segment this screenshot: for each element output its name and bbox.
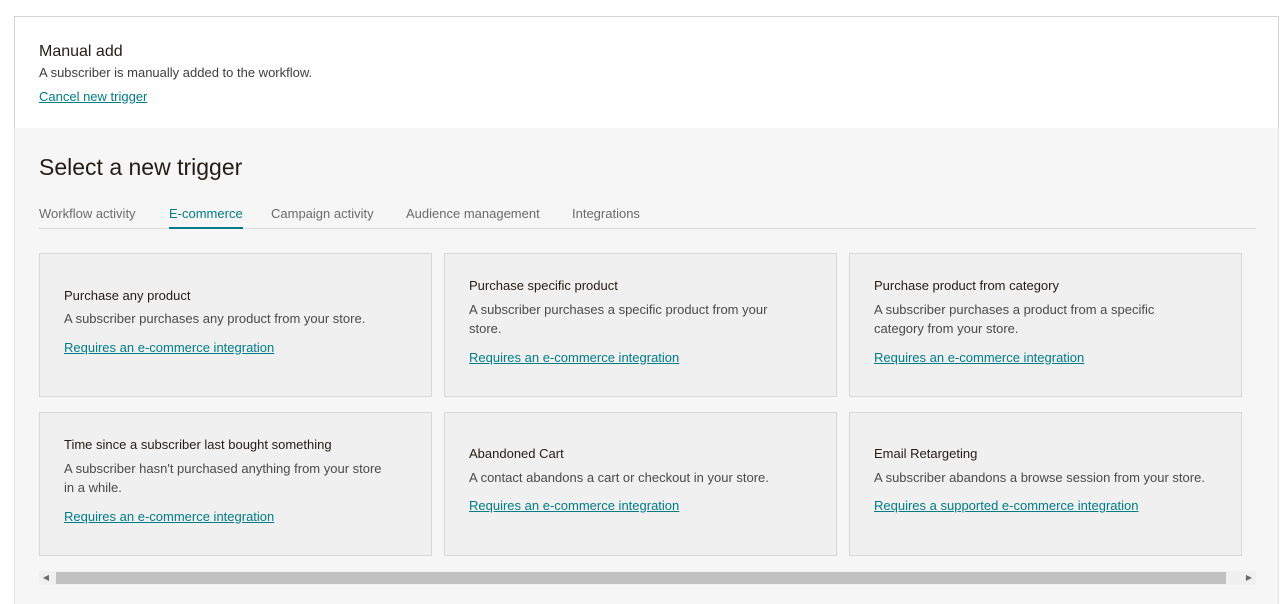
card-title: Purchase specific product bbox=[469, 278, 618, 293]
card-description: A subscriber abandons a browse session f… bbox=[874, 470, 1205, 485]
card-title: Time since a subscriber last bought some… bbox=[64, 437, 332, 452]
requires-integration-link[interactable]: Requires a supported e-commerce integrat… bbox=[874, 498, 1138, 513]
requires-integration-link[interactable]: Requires an e-commerce integration bbox=[874, 350, 1084, 365]
requires-integration-link[interactable]: Requires an e-commerce integration bbox=[64, 340, 274, 355]
trigger-category-tabs: Workflow activity E-commerce Campaign ac… bbox=[39, 206, 1256, 229]
card-title: Email Retargeting bbox=[874, 446, 978, 461]
scroll-left-icon[interactable]: ◀ bbox=[39, 571, 53, 585]
tab-workflow-activity[interactable]: Workflow activity bbox=[39, 206, 136, 227]
current-trigger-title: Manual add bbox=[39, 43, 123, 60]
scrollbar-thumb[interactable] bbox=[56, 572, 1226, 584]
horizontal-scrollbar[interactable]: ◀ ▶ bbox=[39, 571, 1256, 585]
trigger-card-time-since-last-purchase[interactable]: Time since a subscriber last bought some… bbox=[39, 412, 432, 556]
requires-integration-link[interactable]: Requires an e-commerce integration bbox=[469, 350, 679, 365]
trigger-card-purchase-product-from-category[interactable]: Purchase product from category A subscri… bbox=[849, 253, 1242, 397]
scroll-right-icon[interactable]: ▶ bbox=[1242, 571, 1256, 585]
trigger-selector-panel: Select a new trigger Workflow activity E… bbox=[14, 128, 1279, 604]
card-description: A subscriber hasn't purchased anything f… bbox=[64, 461, 382, 495]
tab-e-commerce[interactable]: E-commerce bbox=[169, 206, 243, 229]
trigger-card-abandoned-cart[interactable]: Abandoned Cart A contact abandons a cart… bbox=[444, 412, 837, 556]
cancel-new-trigger-link[interactable]: Cancel new trigger bbox=[39, 89, 147, 104]
page-title: Select a new trigger bbox=[39, 154, 243, 180]
trigger-card-purchase-specific-product[interactable]: Purchase specific product A subscriber p… bbox=[444, 253, 837, 397]
card-title: Purchase product from category bbox=[874, 278, 1059, 293]
requires-integration-link[interactable]: Requires an e-commerce integration bbox=[469, 498, 679, 513]
tab-integrations[interactable]: Integrations bbox=[572, 206, 640, 227]
trigger-card-purchase-any-product[interactable]: Purchase any product A subscriber purcha… bbox=[39, 253, 432, 397]
card-title: Abandoned Cart bbox=[469, 446, 564, 461]
tab-audience-management[interactable]: Audience management bbox=[406, 206, 540, 227]
card-description: A contact abandons a cart or checkout in… bbox=[469, 470, 769, 485]
card-description: A subscriber purchases any product from … bbox=[64, 311, 366, 326]
current-trigger-description: A subscriber is manually added to the wo… bbox=[39, 65, 313, 80]
card-title: Purchase any product bbox=[64, 288, 191, 303]
trigger-card-email-retargeting[interactable]: Email Retargeting A subscriber abandons … bbox=[849, 412, 1242, 556]
requires-integration-link[interactable]: Requires an e-commerce integration bbox=[64, 509, 274, 524]
current-trigger-card: Manual add A subscriber is manually adde… bbox=[14, 16, 1279, 129]
card-description: A subscriber purchases a product from a … bbox=[874, 302, 1155, 336]
tab-campaign-activity[interactable]: Campaign activity bbox=[271, 206, 374, 227]
card-description: A subscriber purchases a specific produc… bbox=[469, 302, 768, 336]
